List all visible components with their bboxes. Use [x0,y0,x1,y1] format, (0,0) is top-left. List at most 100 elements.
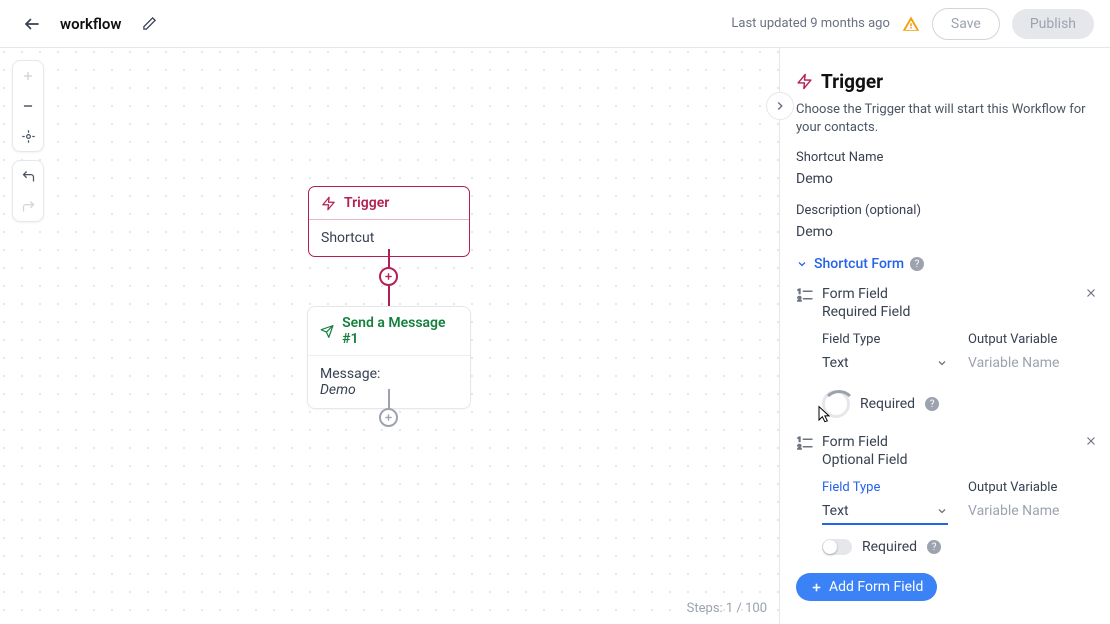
field-type-select[interactable]: Text [822,499,948,525]
help-icon[interactable]: ? [910,257,924,271]
publish-button[interactable]: Publish [1012,9,1094,39]
add-step-end-button[interactable] [379,408,398,427]
svg-text:2: 2 [798,443,802,451]
redo-button[interactable] [13,191,43,221]
field-type-label: Field Type [822,480,948,495]
warning-icon[interactable] [902,15,920,33]
output-var-col: Output Variable Variable Name [968,332,1094,376]
field-type-value: Text [822,503,849,519]
steps-total: 100 [745,601,767,616]
output-var-input[interactable]: Variable Name [968,499,1094,524]
form-field-row: Field Type Text Output Variable Variable… [796,480,1094,525]
plus-icon [21,69,35,83]
trigger-node[interactable]: Trigger Shortcut [308,186,470,257]
add-step-button[interactable] [379,267,398,286]
back-button[interactable] [16,8,48,40]
canvas-tools [12,60,44,222]
panel-title: Trigger [821,70,883,93]
description-field: Description (optional) Demo [796,203,1094,244]
plus-icon [383,412,394,423]
chevron-right-icon [773,99,787,113]
arrow-left-icon [23,15,41,33]
panel-header: Trigger [796,48,1094,101]
form-field-header: 12 Form Field Optional Field [796,434,1094,468]
form-field-subtitle[interactable]: Optional Field [822,452,1094,468]
undo-icon [21,169,36,184]
chevron-down-icon [936,357,948,369]
canvas[interactable]: Trigger Shortcut Send a Message #1 Messa… [0,48,780,624]
shortcut-name-input[interactable]: Demo [796,169,1094,191]
form-field-card-0: 12 Form Field Required Field Field Type … [796,282,1094,430]
save-button[interactable]: Save [932,8,1000,40]
section-title: Shortcut Form [814,256,904,272]
remove-field-button[interactable] [1084,434,1098,448]
output-var-label: Output Variable [968,332,1094,347]
panel-description: Choose the Trigger that will start this … [796,101,1094,136]
history-tools [12,160,44,222]
output-var-label: Output Variable [968,480,1094,495]
list-icon: 12 [796,434,814,452]
steps-label: Steps: [687,601,723,616]
trigger-node-title: Trigger [344,195,389,211]
shortcut-form-section-header[interactable]: Shortcut Form ? [796,256,1094,272]
form-field-row: Field Type Text Output Variable Variable… [796,332,1094,376]
output-var-col: Output Variable Variable Name [968,480,1094,525]
shortcut-name-field: Shortcut Name Demo [796,150,1094,191]
zoom-in-button[interactable] [13,61,43,91]
add-form-field-button[interactable]: Add Form Field [796,573,937,601]
message-node-header: Send a Message #1 [308,307,470,356]
close-icon [1084,286,1098,300]
remove-field-button[interactable] [1084,286,1098,300]
form-field-title: Form Field [822,286,1094,302]
required-toggle-row: Required ? [796,539,1094,555]
form-field-card-1: 12 Form Field Optional Field Field Type … [796,430,1094,567]
field-type-col: Field Type Text [822,332,948,376]
shortcut-name-label: Shortcut Name [796,150,1094,165]
description-label: Description (optional) [796,203,1094,218]
minus-icon [21,99,35,113]
chevron-down-icon [796,258,808,270]
message-value: Demo [320,382,356,398]
output-var-placeholder: Variable Name [968,503,1059,519]
required-toggle-row: Required ? [796,390,1094,418]
last-updated: Last updated 9 months ago [731,16,890,31]
required-toggle-loading[interactable] [822,390,850,418]
rename-button[interactable] [133,8,165,40]
plus-icon [810,581,823,594]
collapse-panel-button[interactable] [766,92,794,120]
required-toggle[interactable] [822,539,852,555]
plus-icon [383,271,394,282]
add-form-field-label: Add Form Field [829,579,923,595]
field-type-value: Text [822,355,849,371]
pencil-icon [142,16,157,31]
crosshair-icon [21,129,36,144]
zoom-tools [12,60,44,152]
description-input[interactable]: Demo [796,222,1094,244]
zoom-out-button[interactable] [13,91,43,121]
form-field-subtitle[interactable]: Required Field [822,304,1094,320]
bolt-icon [796,73,813,90]
trigger-node-header: Trigger [309,187,469,220]
output-var-input[interactable]: Variable Name [968,351,1094,376]
steps-sep: / [736,601,741,616]
steps-counter: Steps: 1 / 100 [687,601,767,616]
fit-view-button[interactable] [13,121,43,151]
list-icon: 12 [796,286,814,304]
chevron-down-icon [936,505,948,517]
help-icon[interactable]: ? [925,397,939,411]
send-icon [320,324,334,339]
message-label: Message: [320,366,380,382]
form-field-header: 12 Form Field Required Field [796,286,1094,320]
steps-current: 1 [726,601,733,616]
required-label: Required [862,539,917,555]
message-node-title: Send a Message #1 [342,315,458,347]
field-type-col: Field Type Text [822,480,948,525]
field-type-select[interactable]: Text [822,351,948,376]
panel-wrapper: Trigger Choose the Trigger that will sta… [780,48,1110,624]
side-panel: Trigger Choose the Trigger that will sta… [780,48,1110,624]
field-type-label: Field Type [822,332,948,347]
svg-text:2: 2 [798,295,802,303]
undo-button[interactable] [13,161,43,191]
help-icon[interactable]: ? [927,540,941,554]
bolt-icon [321,196,336,211]
